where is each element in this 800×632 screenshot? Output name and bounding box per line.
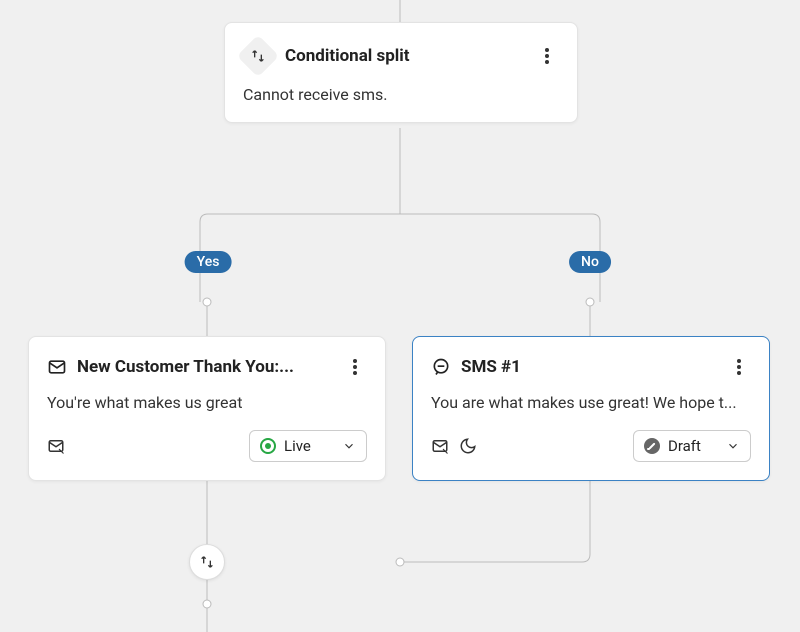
email-preview: You're what makes us great bbox=[47, 393, 367, 412]
conditional-split-card[interactable]: Conditional split Cannot receive sms. bbox=[224, 22, 578, 123]
branch-no-pill[interactable]: No bbox=[569, 251, 611, 273]
chevron-down-icon bbox=[726, 439, 740, 453]
sms-action-card[interactable]: SMS #1 You are what makes use great! We … bbox=[412, 336, 770, 481]
email-action-card[interactable]: New Customer Thank You:... You're what m… bbox=[28, 336, 386, 481]
envelope-icon bbox=[47, 357, 67, 377]
more-icon bbox=[737, 359, 741, 375]
connector-node bbox=[396, 558, 405, 567]
quiet-hours-icon bbox=[459, 437, 477, 455]
draft-status-icon bbox=[644, 438, 660, 454]
email-status-label: Live bbox=[284, 437, 334, 455]
sms-preview: You are what makes use great! We hope t.… bbox=[431, 393, 751, 412]
merge-icon bbox=[199, 554, 215, 570]
smart-send-icon bbox=[431, 437, 449, 455]
sms-icon bbox=[431, 357, 451, 377]
chevron-down-icon bbox=[342, 439, 356, 453]
split-icon bbox=[237, 35, 279, 77]
connector-node bbox=[586, 298, 595, 307]
sms-status-select[interactable]: Draft bbox=[633, 430, 751, 462]
email-more-button[interactable] bbox=[343, 355, 367, 379]
more-icon bbox=[545, 48, 549, 64]
sms-action-title: SMS #1 bbox=[461, 357, 717, 377]
smart-send-icon bbox=[47, 437, 65, 455]
merge-node[interactable] bbox=[189, 544, 225, 580]
split-description: Cannot receive sms. bbox=[243, 85, 559, 104]
connector-node bbox=[203, 600, 212, 609]
connector-node bbox=[203, 298, 212, 307]
live-status-icon bbox=[260, 438, 276, 454]
branch-yes-pill[interactable]: Yes bbox=[185, 251, 232, 273]
email-status-select[interactable]: Live bbox=[249, 430, 367, 462]
sms-status-label: Draft bbox=[668, 437, 718, 455]
flow-canvas[interactable]: Conditional split Cannot receive sms. Ye… bbox=[0, 0, 800, 632]
more-icon bbox=[353, 359, 357, 375]
email-action-title: New Customer Thank You:... bbox=[77, 357, 333, 377]
split-title: Conditional split bbox=[285, 46, 523, 66]
sms-more-button[interactable] bbox=[727, 355, 751, 379]
split-more-button[interactable] bbox=[535, 44, 559, 68]
